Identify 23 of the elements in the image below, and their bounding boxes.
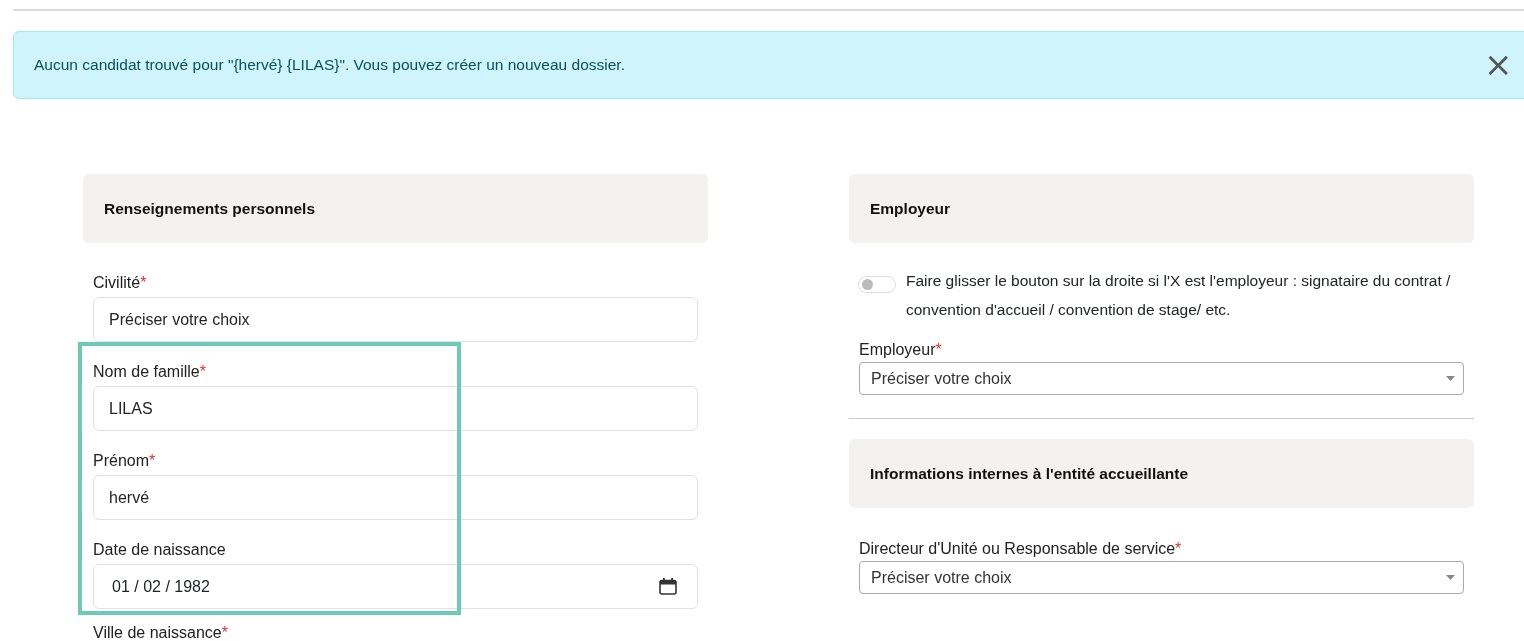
close-button[interactable]: × <box>1484 50 1513 78</box>
field-label: Prénom* <box>93 451 156 471</box>
field-label: Nom de famille* <box>93 362 206 382</box>
field-label: Date de naissance <box>93 540 226 560</box>
input-field[interactable]: hervé <box>93 475 698 520</box>
dropdown-field[interactable]: Préciser votre choix <box>859 362 1464 395</box>
toggle-switch[interactable] <box>858 276 896 293</box>
section-title: Informations internes à l'entité accueillante <box>870 464 1189 483</box>
dropdown-field[interactable]: Préciser votre choix <box>859 561 1464 594</box>
section-title: Employeur <box>870 199 951 218</box>
toggle-label: Faire glisser le bouton sur la droite si l'X est l'employeur : signataire du contrat / convention d'accueil / convention de stage/ etc. <box>906 271 1452 320</box>
field-label: Ville de naissance* <box>93 623 228 641</box>
input-field[interactable]: LILAS <box>93 386 698 431</box>
calendar-icon[interactable] <box>659 578 677 595</box>
date-field[interactable]: 01 / 02 / 1982 <box>93 564 698 609</box>
section-title: Renseignements personnels <box>104 199 316 218</box>
field-label: Civilité* <box>93 273 147 293</box>
caret-icon <box>1446 575 1455 580</box>
field-label: Employeur* <box>859 340 942 360</box>
caret-icon <box>1446 376 1455 381</box>
alert-message: Aucun candidat trouvé pour "{hervé} {LILAS}". Vous pouvez créer un nouveau dossier. <box>34 56 625 74</box>
field-label: Directeur d'Unité ou Responsable de service* <box>859 539 1182 559</box>
select-field[interactable]: Préciser votre choix <box>93 297 698 342</box>
